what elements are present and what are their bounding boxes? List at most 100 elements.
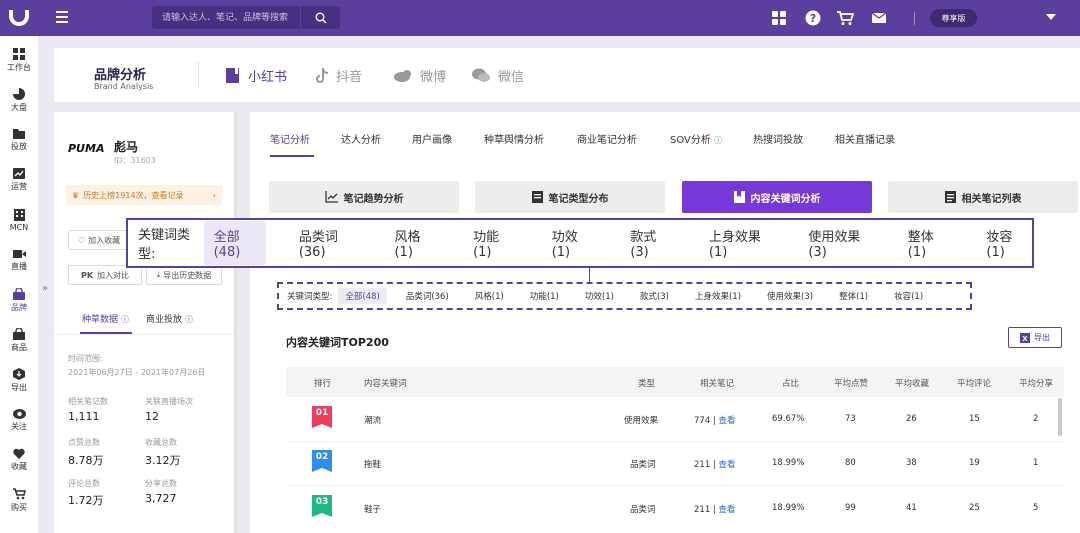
filter-chip-category[interactable]: 品类词(36): [399, 288, 456, 304]
filter-chip-all[interactable]: 全部(48): [338, 288, 387, 304]
filter-chip-makeup[interactable]: 妆容(1): [887, 288, 930, 304]
keyword-type-filter: 关键词类型: 全部(48) 品类词(36) 风格(1) 功能(1) 功效(1) …: [277, 282, 972, 310]
column-header-keyword[interactable]: 内容关键词: [364, 377, 407, 389]
export-history-button[interactable]: ⤓ 导出历史数据: [146, 265, 222, 285]
filter-chip-wear-effect[interactable]: 上身效果(1): [699, 221, 775, 265]
platform-tab-xiaohongshu[interactable]: 小红书: [226, 66, 287, 85]
sidebar-item-placement[interactable]: 投放: [0, 120, 38, 160]
sidebar-item-label: 购买: [11, 502, 27, 512]
account-dropdown-icon[interactable]: [1046, 14, 1056, 20]
tab-commercial-notes[interactable]: 商业笔记分析: [577, 131, 637, 146]
platform-tab-wechat[interactable]: 微信: [472, 66, 524, 85]
tab-influencer-analysis[interactable]: 达人分析: [341, 131, 381, 146]
search-button[interactable]: [300, 6, 340, 29]
export-icon: [13, 367, 25, 380]
search-input[interactable]: [152, 6, 300, 29]
add-favorite-button[interactable]: ♡ 加入收藏: [68, 230, 130, 250]
button-label: 笔记类型分布: [548, 193, 609, 205]
sidebar-item-goods[interactable]: 商品: [0, 320, 38, 360]
column-header-type[interactable]: 类型: [638, 377, 655, 389]
filter-chip-wear-effect[interactable]: 上身效果(1): [688, 288, 748, 304]
add-compare-button[interactable]: PK 加入对比: [68, 265, 142, 285]
apps-grid-icon[interactable]: [770, 9, 788, 27]
avg-saves-cell: 41: [906, 503, 917, 513]
sidebar-item-operation[interactable]: 运营: [0, 160, 38, 200]
filter-chip-overall[interactable]: 整体(1): [898, 221, 954, 265]
filter-chip-style[interactable]: 风格(1): [384, 221, 440, 265]
platform-tab-douyin[interactable]: 抖音: [316, 66, 362, 85]
filter-chip-category[interactable]: 品类词(36): [289, 221, 362, 265]
filter-chip-design[interactable]: 款式(3): [620, 221, 676, 265]
column-header-avg-comments[interactable]: 平均评论: [957, 377, 991, 389]
filter-chip-makeup[interactable]: 妆容(1): [976, 221, 1032, 265]
history-notice-text: 历史上榜1914次，查看记录: [83, 190, 184, 200]
tab-hot-search[interactable]: 热搜词投放: [753, 131, 803, 146]
sidebar-item-purchase[interactable]: 购买: [0, 480, 38, 520]
keyword-cell: 鞋子: [364, 505, 382, 515]
column-header-avg-shares[interactable]: 平均分享: [1019, 377, 1053, 389]
menu-icon[interactable]: [56, 11, 68, 23]
filter-chip-function[interactable]: 功能(1): [463, 221, 519, 265]
tab-sov-analysis[interactable]: SOV分析 ⓘ: [670, 131, 722, 146]
excel-icon: X: [1020, 332, 1030, 343]
note-type-button[interactable]: 笔记类型分布: [475, 181, 665, 213]
tab-live-records[interactable]: 相关直播记录: [835, 131, 895, 146]
filter-chip-all[interactable]: 全部(48): [203, 221, 266, 265]
grid-icon: [13, 47, 25, 60]
view-link[interactable]: 查看: [719, 505, 736, 515]
header-divider: [198, 62, 199, 88]
sidebar-item-mcn[interactable]: MCN: [0, 200, 38, 240]
table-scrollbar[interactable]: [1058, 398, 1062, 436]
cart-icon[interactable]: [836, 9, 854, 27]
platform-label: 抖音: [336, 70, 363, 85]
filter-chip-efficacy[interactable]: 功效(1): [542, 221, 598, 265]
filter-chip-use-effect[interactable]: 使用效果(3): [798, 221, 874, 265]
export-button[interactable]: X 导出: [1008, 327, 1062, 348]
vip-badge[interactable]: 尊享版: [930, 9, 977, 27]
mail-icon[interactable]: [870, 9, 888, 27]
tab-label: 商业投放: [146, 315, 183, 325]
platform-tab-weibo[interactable]: 微博: [394, 66, 446, 85]
tab-seeding-data[interactable]: 种草数据 ⓘ: [82, 312, 129, 325]
filter-chip-design[interactable]: 款式(3): [633, 288, 676, 304]
sidebar-item-market[interactable]: 大盘: [0, 80, 38, 120]
tab-commercial[interactable]: 商业投放 ⓘ: [146, 312, 193, 325]
column-header-avg-saves[interactable]: 平均收藏: [895, 377, 929, 389]
sidebar-item-export[interactable]: 导出: [0, 360, 38, 400]
avg-shares-cell: 1: [1033, 458, 1039, 468]
help-icon[interactable]: ?: [804, 9, 822, 27]
filter-chip-style[interactable]: 风格(1): [468, 288, 511, 304]
filter-chip-overall[interactable]: 整体(1): [832, 288, 875, 304]
view-link[interactable]: 查看: [719, 416, 736, 426]
keyword-analysis-button[interactable]: 内容关键词分析: [682, 181, 872, 213]
info-icon: ⓘ: [184, 315, 193, 324]
tab-user-profile[interactable]: 用户画像: [412, 131, 452, 146]
collapse-sidebar-icon[interactable]: »: [42, 283, 48, 294]
stat-value: 12: [145, 410, 159, 423]
sidebar-item-live[interactable]: 直播: [0, 240, 38, 280]
note-trend-button[interactable]: 笔记趋势分析: [269, 181, 459, 213]
panel-scrollbar[interactable]: [234, 112, 237, 533]
rank-badge: 02: [312, 450, 332, 472]
tab-sentiment-analysis[interactable]: 种草舆情分析: [484, 131, 544, 146]
stat-value: 3,727: [145, 492, 177, 505]
sidebar-item-follow[interactable]: 关注: [0, 400, 38, 440]
app-logo[interactable]: [6, 5, 32, 31]
handbag-icon: [13, 287, 25, 300]
column-header-notes[interactable]: 相关笔记: [700, 377, 734, 389]
topbar-divider: [914, 12, 915, 25]
view-link[interactable]: 查看: [719, 460, 736, 470]
filter-chip-efficacy[interactable]: 功效(1): [578, 288, 621, 304]
tab-note-analysis[interactable]: 笔记分析: [270, 131, 310, 146]
column-header-ratio[interactable]: 占比: [782, 377, 799, 389]
filter-chip-function[interactable]: 功能(1): [523, 288, 566, 304]
sidebar-item-workbench[interactable]: 工作台: [0, 40, 38, 80]
sidebar-item-brand[interactable]: 品牌: [0, 280, 38, 320]
filter-chip-use-effect[interactable]: 使用效果(3): [760, 288, 820, 304]
sidebar-item-favorites[interactable]: 收藏: [0, 440, 38, 480]
history-rank-notice[interactable]: ♛ 历史上榜1914次，查看记录 ›: [66, 185, 222, 205]
column-header-avg-likes[interactable]: 平均点赞: [834, 377, 868, 389]
note-list-button[interactable]: 相关笔记列表: [888, 181, 1078, 213]
info-icon: ⓘ: [120, 315, 129, 324]
avg-likes-cell: 73: [845, 414, 856, 424]
